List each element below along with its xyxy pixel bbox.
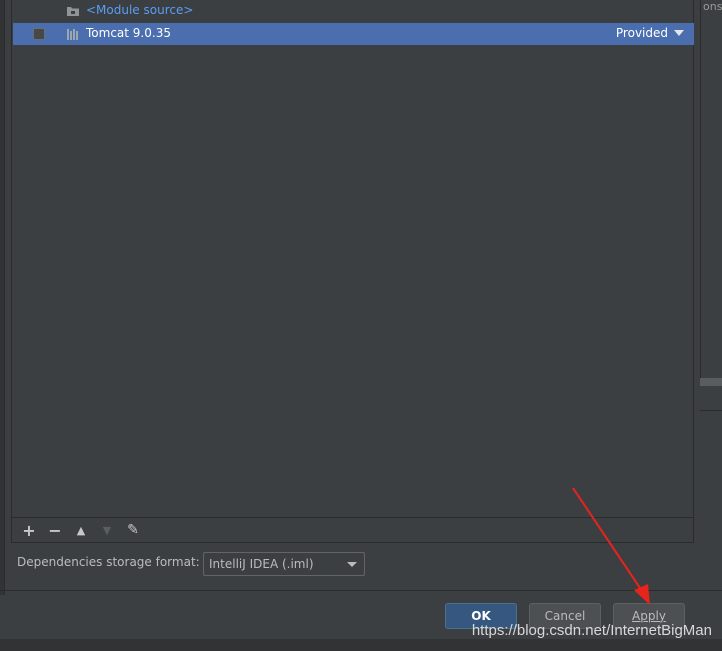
dependency-row-tomcat[interactable]: Tomcat 9.0.35 Provided <box>13 23 694 45</box>
dependencies-table: <Module source> Tomcat 9.0.35 Provided <box>11 0 694 517</box>
scope-label: Provided <box>615 26 668 40</box>
storage-format-label: Dependencies storage format: <box>17 555 200 569</box>
scope-dropdown[interactable]: Provided <box>616 26 684 40</box>
watermark-text: https://blog.csdn.net/InternetBigMan <box>471 622 712 639</box>
dependency-label: <Module source> <box>86 3 194 17</box>
export-checkbox[interactable] <box>33 28 45 40</box>
right-panel-lower <box>700 386 722 411</box>
status-strip <box>0 639 722 651</box>
edit-icon[interactable]: ✎ <box>122 519 144 541</box>
dependency-row-module-source[interactable]: <Module source> <box>13 0 694 22</box>
right-panel: ons <box>700 0 722 380</box>
move-down-icon[interactable]: ▼ <box>96 519 118 541</box>
storage-format-value: IntelliJ IDEA (.iml) <box>209 557 314 571</box>
right-scrollbar[interactable] <box>700 378 722 386</box>
dependency-label: Tomcat 9.0.35 <box>86 26 171 40</box>
move-up-icon[interactable]: ▲ <box>70 519 92 541</box>
add-icon[interactable]: + <box>18 519 40 541</box>
storage-format-select[interactable]: IntelliJ IDEA (.iml) <box>203 552 365 576</box>
chevron-down-icon <box>347 562 357 567</box>
chevron-down-icon <box>674 30 684 36</box>
left-panel-edge <box>0 0 5 595</box>
right-panel-text: ons <box>703 0 722 13</box>
folder-icon <box>66 4 80 18</box>
divider <box>0 590 722 591</box>
remove-icon[interactable]: − <box>44 519 66 541</box>
dependencies-toolbar: + − ▲ ▼ ✎ <box>11 517 694 543</box>
library-icon <box>66 27 80 41</box>
apply-label: Apply <box>632 609 666 623</box>
